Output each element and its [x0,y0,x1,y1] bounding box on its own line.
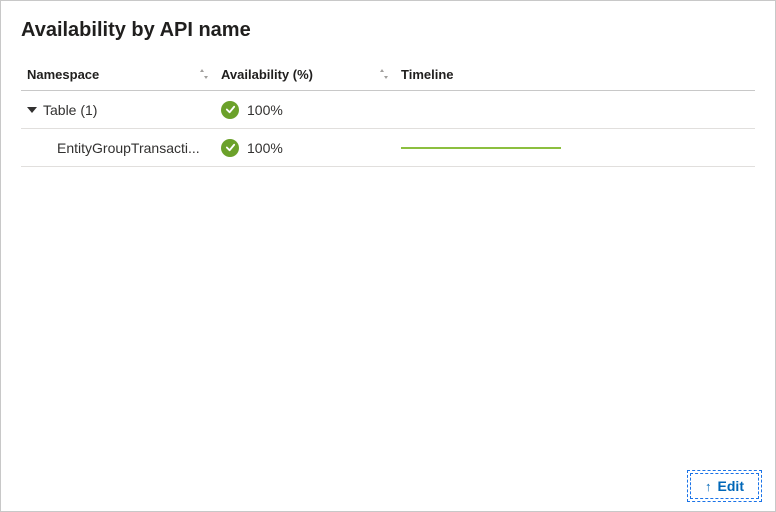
availability-text: 100% [247,102,283,118]
availability-panel: Availability by API name Namespace Avail… [0,0,776,512]
table-row[interactable]: EntityGroupTransacti... 100% [21,129,755,167]
availability-table: Namespace Availability (%) Timeline [21,60,755,167]
sort-icon [199,68,209,80]
namespace-cell: EntityGroupTransacti... [21,140,221,156]
availability-text: 100% [247,140,283,156]
namespace-cell: Table (1) [21,102,221,118]
namespace-text: Table (1) [43,102,97,118]
edit-button-label: Edit [718,478,744,494]
header-availability-label: Availability (%) [221,67,313,82]
header-namespace[interactable]: Namespace [21,67,221,82]
header-namespace-label: Namespace [27,67,99,82]
availability-cell: 100% [221,101,401,119]
edit-button[interactable]: ↑ Edit [690,473,759,499]
sort-icon [379,68,389,80]
header-availability[interactable]: Availability (%) [221,67,401,82]
checkmark-icon [221,139,239,157]
header-timeline-label: Timeline [401,67,454,82]
timeline-cell [401,147,755,149]
namespace-text: EntityGroupTransacti... [57,140,200,156]
table-header-row: Namespace Availability (%) Timeline [21,60,755,91]
checkmark-icon [221,101,239,119]
table-row[interactable]: Table (1) 100% [21,91,755,129]
panel-title: Availability by API name [21,19,755,42]
header-timeline: Timeline [401,66,755,82]
availability-cell: 100% [221,139,401,157]
up-arrow-icon: ↑ [705,479,712,494]
caret-down-icon[interactable] [27,105,37,115]
timeline-sparkline [401,147,561,149]
